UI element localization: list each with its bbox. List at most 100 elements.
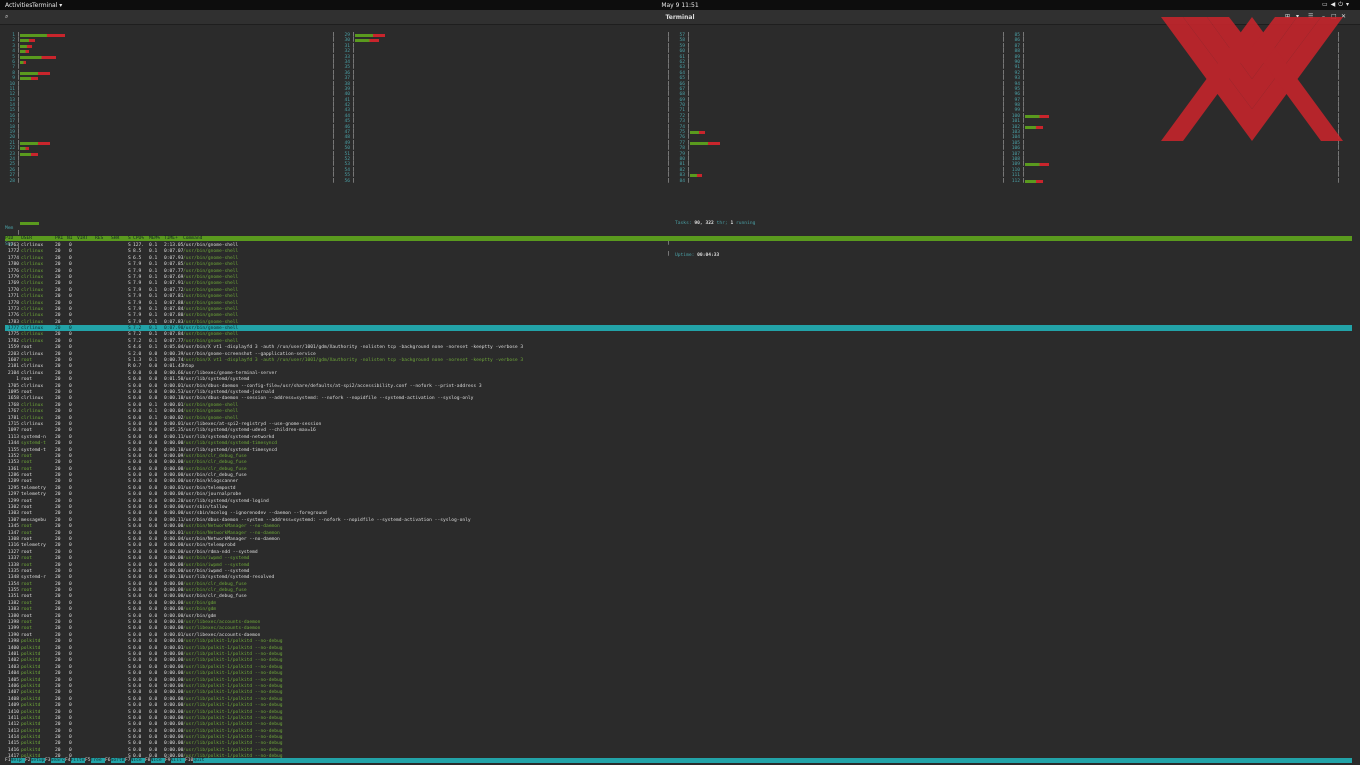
process-pri: 20	[55, 377, 61, 383]
process-time: 0:00.66	[164, 370, 184, 376]
function-key[interactable]: F7Nice -	[125, 758, 147, 763]
process-cpu: 0.0	[133, 728, 142, 734]
column-header[interactable]: S	[128, 236, 131, 241]
process-table-header[interactable]: PID USER PRI NI VIRT RES SHR S CPU% MEM% TIME+ Comm…	[5, 236, 1352, 241]
function-key[interactable]: F5Tree	[85, 758, 102, 763]
process-ni: 0	[69, 607, 72, 613]
function-key[interactable]: F2Setup	[25, 758, 44, 763]
function-key[interactable]: F9Kill	[165, 758, 182, 763]
process-cpu: 7.9	[133, 306, 142, 312]
function-key[interactable]: F8Nice +	[145, 758, 167, 763]
process-ni: 0	[69, 287, 72, 293]
process-cpu: 0.0	[133, 588, 142, 594]
process-pid: 1308	[7, 536, 19, 542]
cpu-number: 96	[1014, 92, 1020, 98]
process-cpu: 0.0	[133, 722, 142, 728]
column-header[interactable]: USER	[21, 236, 32, 241]
process-pid: 1303	[7, 511, 19, 517]
function-key[interactable]: F10Quit	[185, 758, 204, 763]
column-header[interactable]: NI	[67, 236, 73, 241]
process-pid: 2181	[7, 364, 19, 370]
process-s: S	[128, 345, 131, 351]
process-s: S	[128, 396, 131, 402]
process-time: 0:00.00	[164, 715, 184, 721]
clock[interactable]: May 9 11:51	[0, 2, 1360, 9]
process-time: 0:07.07	[164, 249, 184, 255]
process-cmd: /usr/bin/telemprobd	[183, 543, 236, 549]
process-pid: 1352	[7, 453, 19, 459]
cpu-number: 111	[1011, 173, 1020, 179]
process-time: 0:00.01	[164, 421, 184, 427]
process-time: 0:05.35	[164, 428, 184, 434]
cpu-usage-bar	[20, 50, 29, 54]
cpu-usage-bar	[20, 71, 50, 75]
system-tray[interactable]: ▭◀⏻▾	[1322, 1, 1352, 9]
process-mem: 0.1	[149, 268, 158, 274]
function-key-bar[interactable]: F1Help F2Setup F3Search F4Filter F5Tree F6Sor…	[5, 758, 1352, 763]
process-time: 0:00.00	[164, 747, 184, 753]
cpu-number: 89	[1014, 54, 1020, 60]
column-header[interactable]: SHR	[111, 236, 119, 241]
process-user: root	[21, 479, 33, 485]
process-pid: 1779	[7, 274, 19, 280]
process-time: 0:00.00	[164, 607, 184, 613]
process-mem: 0.1	[149, 287, 158, 293]
process-ni: 0	[69, 658, 72, 664]
function-key[interactable]: F1Help	[5, 758, 22, 763]
process-pid: 1295	[7, 485, 19, 491]
process-s: S	[128, 703, 131, 709]
process-pid: 1768	[7, 402, 19, 408]
process-pid: 1658	[7, 396, 19, 402]
process-user: telemetry	[21, 485, 46, 491]
column-header[interactable]: PRI	[55, 236, 63, 241]
cpu-number: 36	[344, 70, 350, 76]
process-cpu: 0.0	[133, 696, 142, 702]
process-cmd: /usr/bin/clr_debug_fuse	[183, 460, 247, 466]
cpu-number: 81	[679, 162, 685, 168]
process-cmd: /usr/bin/gnome-shell	[183, 274, 239, 280]
column-header[interactable]: TIME+	[164, 236, 178, 241]
cpu-meter-row: 28[]	[5, 179, 335, 184]
column-header[interactable]: RES	[95, 236, 103, 241]
process-pri: 20	[55, 351, 61, 357]
column-header[interactable]: VIRT	[77, 236, 88, 241]
column-header[interactable]: PID	[5, 236, 13, 241]
cpu-usage-bar	[20, 147, 29, 151]
process-s: S	[128, 632, 131, 638]
process-cmd: /usr/bin/gnome-shell	[183, 332, 239, 338]
process-pid: 1155	[7, 447, 19, 453]
process-time: 0:00.00	[164, 735, 184, 741]
process-cpu: 0.0	[133, 415, 142, 421]
cpu-number: 58	[679, 38, 685, 44]
column-header[interactable]: MEM%	[149, 236, 160, 241]
process-cmd: /usr/bin/gnome-shell	[183, 268, 239, 274]
process-time: 0:00.00	[164, 505, 184, 511]
process-cpu: 0.0	[133, 709, 142, 715]
process-s: S	[128, 332, 131, 338]
process-pid: 1398	[7, 639, 19, 645]
cpu-number: 30	[344, 38, 350, 44]
function-key[interactable]: F6SortBy	[105, 758, 127, 763]
process-time: 0:00.00	[164, 722, 184, 728]
process-mem: 0.0	[149, 728, 158, 734]
process-cmd: /usr/bin/clr_debug_fuse	[183, 594, 247, 600]
process-ni: 0	[69, 498, 72, 504]
process-mem: 0.0	[149, 492, 158, 498]
process-ni: 0	[69, 268, 72, 274]
process-user: polkitd	[21, 747, 41, 753]
function-key[interactable]: F4Filter	[65, 758, 87, 763]
process-cpu: 7.9	[133, 300, 142, 306]
column-header[interactable]: Command	[183, 236, 202, 241]
process-ni: 0	[69, 243, 72, 248]
process-pri: 20	[55, 389, 61, 395]
process-user: systemd-r	[21, 575, 46, 581]
process-time: 2:13.05	[164, 243, 184, 248]
column-header[interactable]: CPU%	[133, 236, 144, 241]
function-key[interactable]: F3Search	[45, 758, 67, 763]
process-cmd: /usr/bin/iwpmd --systemd	[183, 568, 250, 574]
process-ni: 0	[69, 709, 72, 715]
process-list[interactable]: 1763 clrlinux 20 0 S 127. 0.1 2:13.05/usr/bin/g…	[5, 242, 1352, 760]
process-user: root	[21, 626, 33, 632]
process-cpu: 7.9	[133, 268, 142, 274]
process-ni: 0	[69, 735, 72, 741]
